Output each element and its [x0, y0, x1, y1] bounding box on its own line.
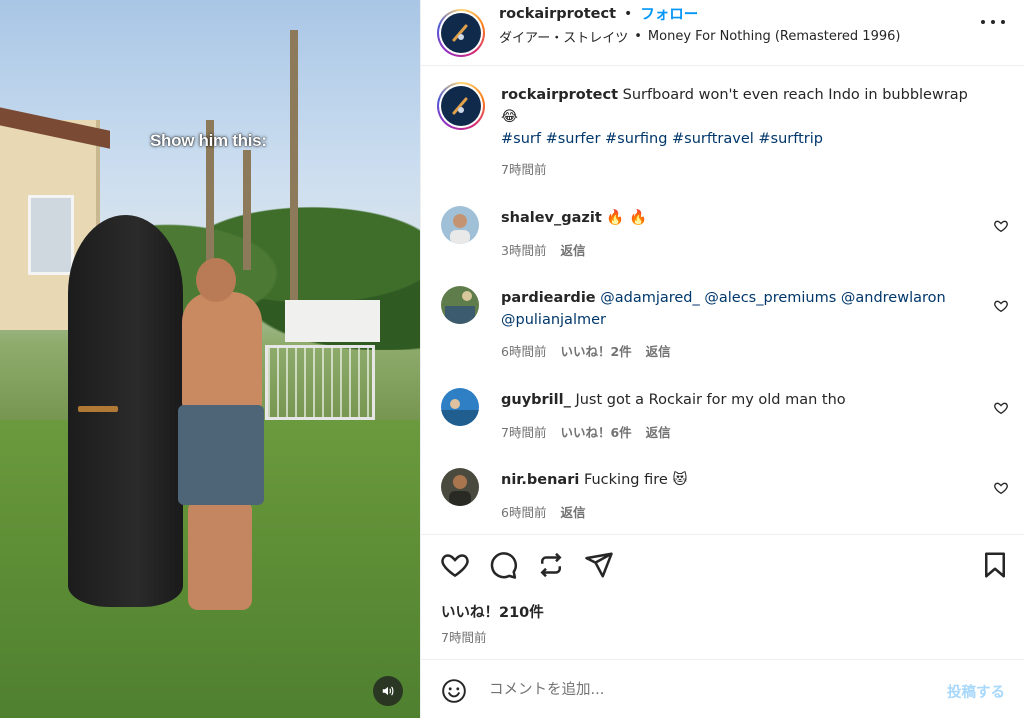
speaker-icon [382, 686, 394, 696]
palm-trunk [290, 30, 298, 300]
caption-meta: 7時間前 [501, 159, 546, 178]
commenter-avatar[interactable] [441, 468, 479, 506]
post-video[interactable]: Show him this: [0, 0, 420, 718]
more-dot [991, 20, 995, 24]
comment-mentions[interactable]: @pulianjalmer [501, 312, 606, 328]
comment-input[interactable] [489, 678, 909, 702]
person-torso [182, 292, 262, 417]
comment-body: nir.benari Fucking fire 😻 [501, 469, 981, 491]
avatar-photo [441, 286, 479, 324]
comment-likes[interactable]: いいね！2件 [560, 341, 631, 360]
separator-dot: • [634, 29, 642, 44]
comment-like-icon[interactable] [993, 218, 1009, 234]
audio-artist: ダイアー・ストレイツ [499, 31, 629, 46]
instagram-post-dialog: Show him this: rockairprotect • フォロー ダイア… [0, 0, 1024, 718]
comment-body: pardieardie @adamjared_ @alecs_premiums … [501, 287, 981, 331]
comment-username[interactable]: pardieardie [501, 290, 596, 306]
reply-button[interactable]: 返信 [560, 240, 585, 259]
reply-button[interactable]: 返信 [646, 341, 671, 360]
commenter-avatar[interactable] [441, 388, 479, 426]
comment-username[interactable]: nir.benari [501, 472, 579, 488]
video-text-overlay: Show him this: [150, 131, 267, 150]
person-legs [188, 500, 252, 610]
avatar-photo [441, 206, 479, 244]
commenter-avatar[interactable] [441, 286, 479, 324]
person-shorts [178, 405, 264, 505]
audio-toggle-button[interactable] [373, 676, 403, 706]
comment-username[interactable]: guybrill_ [501, 392, 571, 408]
post-time: 7時間前 [441, 630, 487, 645]
more-dot [1001, 20, 1005, 24]
more-horizontal-icon [981, 20, 985, 24]
comment-meta: 7時間前 いいね！6件 返信 [501, 422, 671, 441]
reply-button[interactable]: 返信 [560, 502, 585, 521]
comment-body: guybrill_ Just got a Rockair for my old … [501, 389, 981, 411]
house-window [28, 195, 74, 275]
brand-logo-icon [452, 97, 468, 115]
comment-likes[interactable]: いいね！6件 [560, 422, 631, 441]
caption-time: 7時間前 [501, 162, 547, 177]
comment-time: 3時間前 [501, 243, 547, 258]
caption-text: Surfboard won't even reach Indo in bubbl… [622, 87, 968, 103]
comment-item: nir.benari Fucking fire 😻 6時間前 返信 [421, 468, 1024, 528]
post-header: rockairprotect • フォロー ダイアー・ストレイツ • Money… [421, 0, 1024, 66]
author-username[interactable]: rockairprotect [499, 6, 616, 22]
shed [285, 300, 380, 342]
comment-username[interactable]: shalev_gazit [501, 210, 602, 226]
bookmark-icon[interactable] [980, 550, 1010, 580]
comment-text: Fucking fire 😻 [583, 472, 688, 488]
surfboard-logo [78, 406, 118, 412]
author-avatar[interactable] [437, 9, 485, 57]
avatar-photo [441, 388, 479, 426]
heart-icon[interactable] [440, 550, 470, 580]
post-side-panel: rockairprotect • フォロー ダイアー・ストレイツ • Money… [420, 0, 1024, 718]
follow-button[interactable]: フォロー [640, 3, 698, 24]
caption-item: rockairprotect Surfboard won't even reac… [421, 82, 1024, 182]
post-comment-button[interactable]: 投稿する [947, 681, 1005, 702]
comment-meta: 3時間前 返信 [501, 240, 585, 259]
post-actions: いいね！210件 7時間前 [421, 534, 1024, 659]
comment-item: pardieardie @adamjared_ @alecs_premiums … [421, 286, 1024, 366]
caption-hashtags[interactable]: #surf #surfer #surfing #surftravel #surf… [501, 131, 823, 147]
comment-item: guybrill_ Just got a Rockair for my old … [421, 388, 1024, 448]
comment-composer: 投稿する [421, 659, 1024, 718]
comment-like-icon[interactable] [993, 400, 1009, 416]
audio-title: Money For Nothing (Remastered 1996) [647, 29, 901, 44]
comment-time: 7時間前 [501, 425, 547, 440]
comment-meta: 6時間前 返信 [501, 502, 585, 521]
audio-attribution[interactable]: ダイアー・ストレイツ • Money For Nothing (Remaster… [499, 27, 900, 46]
repost-icon[interactable] [536, 550, 566, 580]
comment-meta: 6時間前 いいね！2件 返信 [501, 341, 671, 360]
comment-mentions[interactable]: @adamjared_ @alecs_premiums @andrewlaron [600, 290, 945, 306]
garden-gate [265, 345, 375, 420]
caption-username[interactable]: rockairprotect [501, 87, 618, 103]
comment-icon[interactable] [488, 550, 518, 580]
palm-trunk [243, 150, 251, 270]
comment-body: shalev_gazit 🔥 🔥 [501, 207, 981, 229]
smiley-icon[interactable] [441, 678, 467, 704]
send-icon[interactable] [584, 550, 614, 580]
comment-text: Just got a Rockair for my old man tho [575, 392, 846, 408]
person-head [196, 258, 236, 302]
brand-logo-icon [452, 24, 468, 42]
comment-like-icon[interactable] [993, 298, 1009, 314]
caption-body: rockairprotect Surfboard won't even reac… [501, 84, 981, 150]
separator-dot: • [624, 5, 633, 22]
comment-like-icon[interactable] [993, 480, 1009, 496]
comment-text: 🔥 🔥 [606, 210, 648, 226]
caption-emoji: 😂 [501, 109, 518, 125]
avatar-photo [441, 468, 479, 506]
comment-time: 6時間前 [501, 344, 547, 359]
comment-time: 6時間前 [501, 505, 547, 520]
comment-item: shalev_gazit 🔥 🔥 3時間前 返信 [421, 206, 1024, 266]
commenter-avatar[interactable] [441, 206, 479, 244]
reply-button[interactable]: 返信 [646, 422, 671, 441]
more-options-button[interactable] [981, 12, 1005, 32]
author-avatar[interactable] [437, 82, 485, 130]
likes-count[interactable]: いいね！210件 [441, 601, 544, 622]
comments-list[interactable]: rockairprotect Surfboard won't even reac… [421, 66, 1024, 534]
